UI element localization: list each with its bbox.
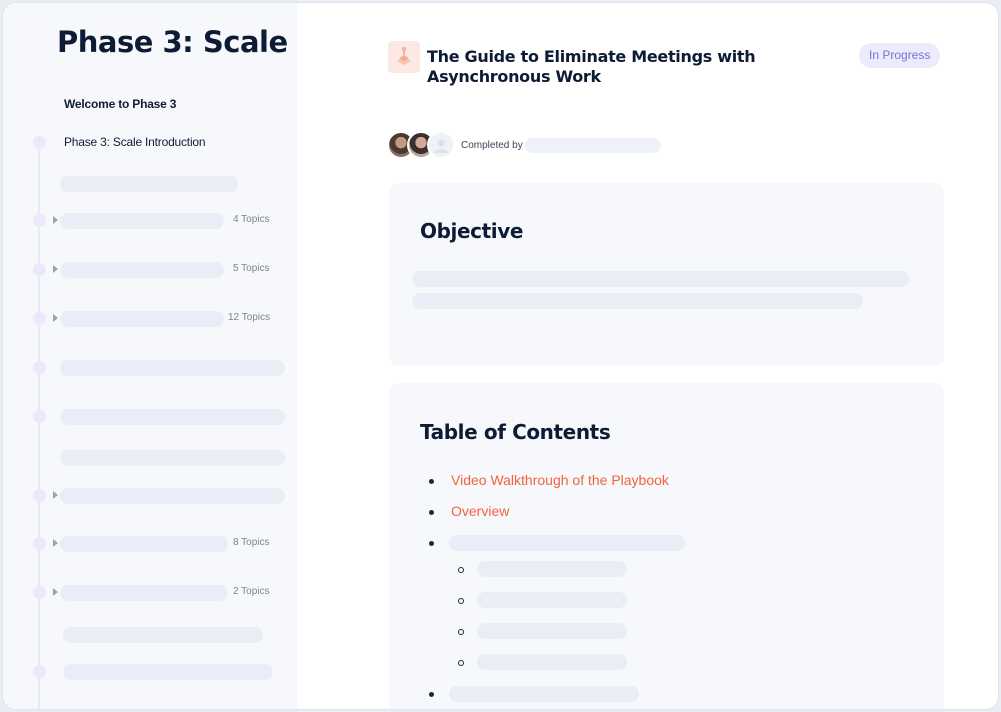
completed-by-label: Completed by	[461, 140, 523, 151]
app-window: Phase 3: Scale Welcome to Phase 3 Phase …	[2, 2, 999, 710]
completed-avatars[interactable]	[387, 131, 457, 161]
progress-dot	[33, 136, 46, 149]
progress-dot	[33, 312, 46, 325]
sidebar-title: Phase 3: Scale	[57, 25, 288, 59]
course-title: The Guide to Eliminate Meetings with Asy…	[427, 47, 756, 86]
bullet	[458, 598, 464, 604]
placeholder-bar	[60, 262, 224, 278]
sidebar-item-lesson[interactable]: 5 Topics	[3, 258, 297, 282]
progress-dot	[33, 489, 46, 502]
sidebar-item-lesson[interactable]	[3, 484, 297, 508]
bullet	[458, 567, 464, 573]
progress-dot	[33, 410, 46, 423]
sidebar-item-lesson[interactable]	[3, 446, 297, 470]
placeholder-bar	[60, 213, 224, 229]
progress-dot	[33, 263, 46, 276]
bullet	[458, 660, 464, 666]
toc-heading: Table of Contents	[420, 420, 611, 444]
avatar-placeholder	[427, 131, 455, 159]
toc-sublink-placeholder[interactable]	[477, 561, 627, 577]
sidebar-item-lesson[interactable]: 4 Topics	[3, 209, 297, 233]
meeting-illustration-icon	[397, 46, 411, 65]
placeholder-bar	[60, 450, 285, 466]
sidebar-item-lesson[interactable]	[3, 623, 297, 647]
sidebar-item-label: Welcome to Phase 3	[64, 97, 177, 111]
sidebar-item-lesson[interactable]	[3, 660, 297, 684]
placeholder-bar	[60, 585, 228, 601]
bullet	[429, 692, 434, 697]
sidebar-item-lesson[interactable]: 8 Topics	[3, 532, 297, 556]
expand-caret-icon[interactable]	[53, 265, 58, 273]
placeholder-bar	[412, 271, 909, 287]
placeholder-bar	[60, 488, 285, 504]
expand-caret-icon[interactable]	[53, 216, 58, 224]
lesson-content: The Guide to Eliminate Meetings with Asy…	[297, 3, 998, 709]
toc-link-placeholder[interactable]	[449, 535, 685, 551]
placeholder-bar	[525, 138, 661, 153]
placeholder-bar	[63, 664, 273, 680]
sidebar-item-lesson[interactable]: 12 Topics	[3, 307, 297, 331]
toc-link-overview[interactable]: Overview	[451, 503, 509, 519]
bullet	[458, 629, 464, 635]
placeholder-bar	[412, 293, 863, 309]
toc-sublink-placeholder[interactable]	[477, 623, 627, 639]
sidebar-item-introduction[interactable]: Phase 3: Scale Introduction	[3, 131, 297, 155]
bullet	[429, 479, 434, 484]
topic-count: 2 Topics	[233, 586, 270, 597]
sidebar-item-welcome[interactable]: Welcome to Phase 3	[3, 93, 297, 117]
toc-link-placeholder[interactable]	[449, 686, 639, 702]
table-of-contents-card: Table of Contents Video Walkthrough of t…	[389, 383, 944, 709]
placeholder-bar	[60, 409, 285, 425]
toc-sublink-placeholder[interactable]	[477, 592, 627, 608]
topic-count: 12 Topics	[228, 312, 271, 323]
topic-count: 8 Topics	[233, 537, 270, 548]
bullet	[429, 510, 434, 515]
placeholder-bar	[60, 536, 228, 552]
expand-caret-icon[interactable]	[53, 588, 58, 596]
placeholder-bar	[63, 627, 263, 643]
course-sidebar: Phase 3: Scale Welcome to Phase 3 Phase …	[3, 3, 297, 709]
placeholder-bar	[60, 311, 224, 327]
progress-dot	[33, 665, 46, 678]
expand-caret-icon[interactable]	[53, 539, 58, 547]
sidebar-item-lesson[interactable]	[3, 405, 297, 429]
progress-dot	[33, 214, 46, 227]
placeholder-bar	[60, 360, 285, 376]
toc-link-video-walkthrough[interactable]: Video Walkthrough of the Playbook	[451, 472, 669, 488]
expand-caret-icon[interactable]	[53, 314, 58, 322]
sidebar-item-lesson[interactable]: 2 Topics	[3, 581, 297, 605]
bullet	[429, 541, 434, 546]
topic-count: 5 Topics	[233, 263, 270, 274]
sidebar-item-lesson[interactable]	[3, 172, 297, 196]
sidebar-item-lesson[interactable]	[3, 356, 297, 380]
objective-card: Objective	[389, 183, 944, 366]
toc-sublink-placeholder[interactable]	[477, 654, 627, 670]
status-badge: In Progress	[859, 43, 941, 68]
topic-count: 4 Topics	[233, 214, 270, 225]
progress-dot	[33, 537, 46, 550]
objective-heading: Objective	[420, 219, 524, 243]
user-icon	[434, 139, 448, 153]
placeholder-bar	[60, 176, 238, 192]
progress-dot	[33, 361, 46, 374]
progress-dot	[33, 586, 46, 599]
course-thumbnail	[388, 41, 420, 73]
sidebar-item-label: Phase 3: Scale Introduction	[64, 135, 206, 149]
expand-caret-icon[interactable]	[53, 491, 58, 499]
